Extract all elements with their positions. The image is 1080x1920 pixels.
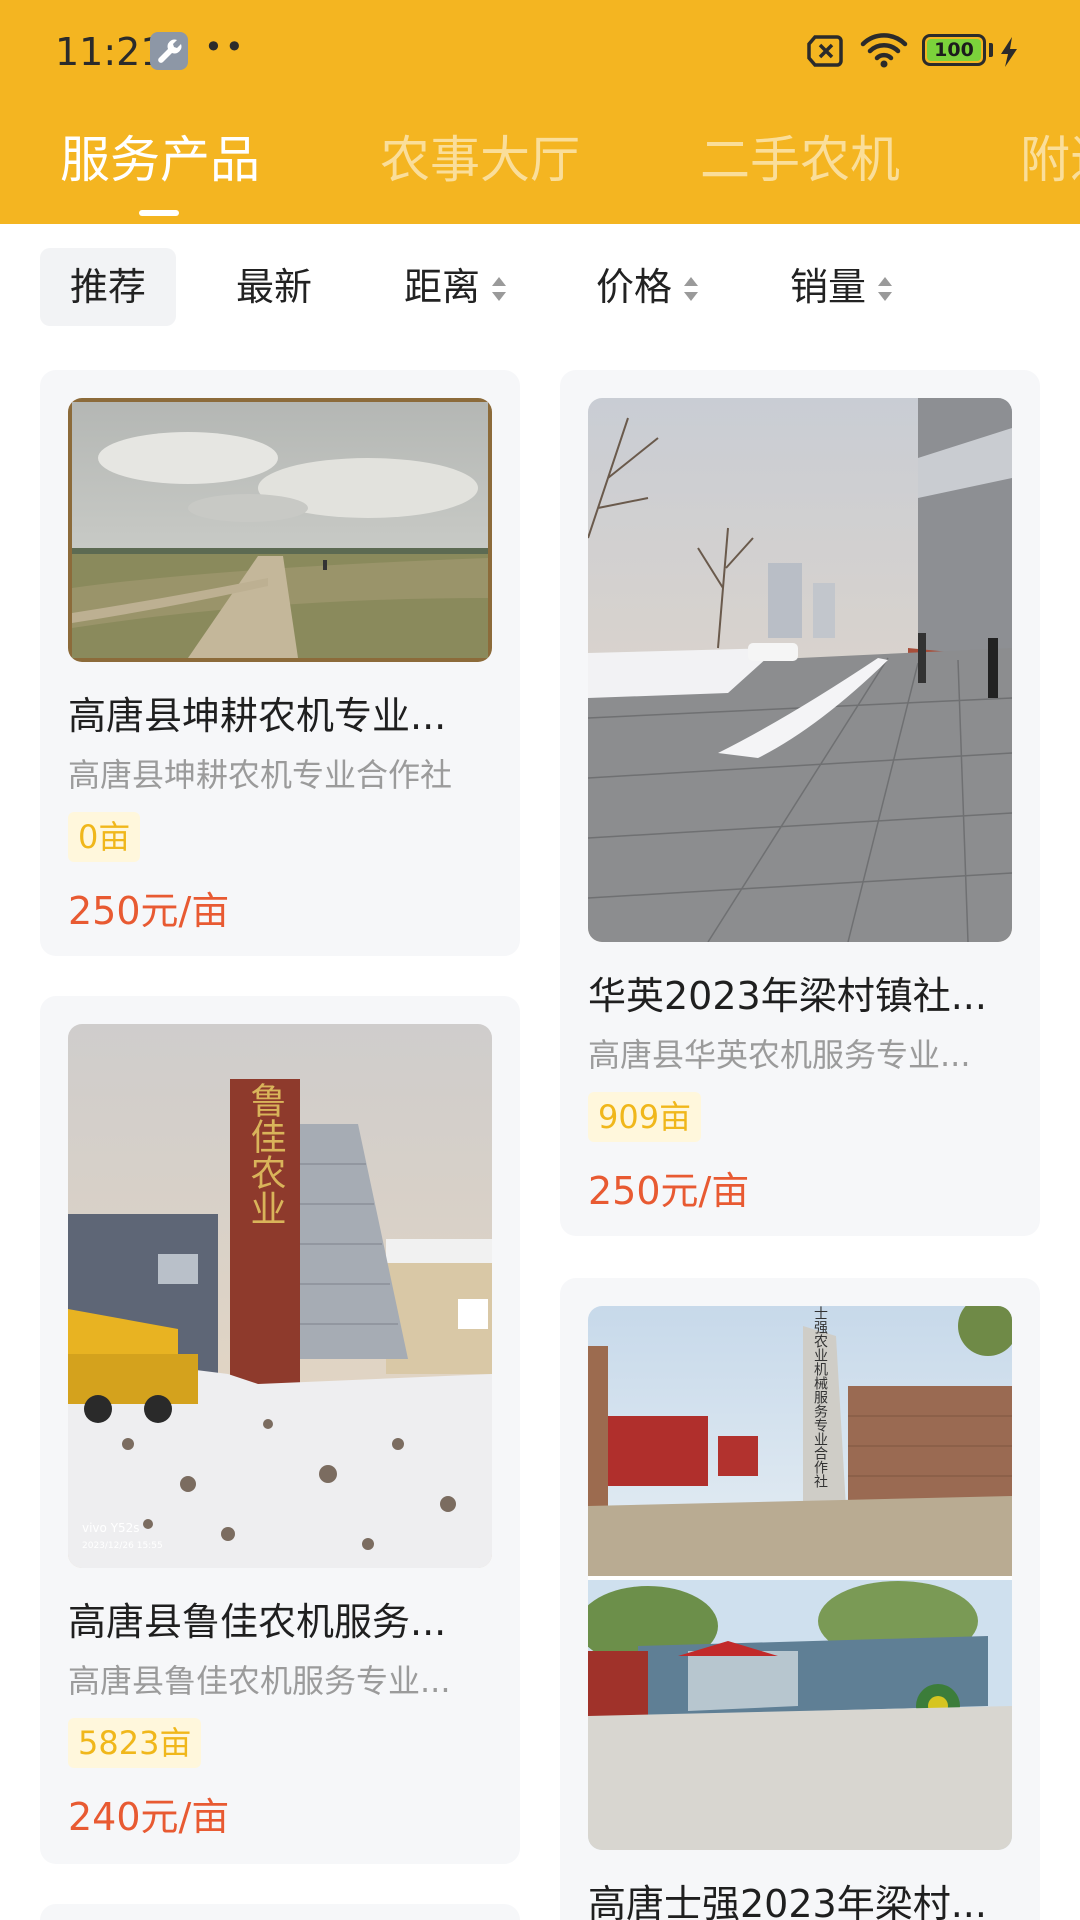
wrench-icon bbox=[150, 32, 188, 70]
tab-service-products[interactable]: 服务产品 bbox=[60, 120, 260, 192]
sort-arrows-icon bbox=[876, 275, 894, 305]
camera-watermark: vivo Y52s bbox=[82, 1521, 140, 1535]
product-title: 高唐县鲁佳农机服务... bbox=[68, 1600, 447, 1644]
area-badge: 5823亩 bbox=[68, 1718, 202, 1768]
product-provider: 高唐县坤耕农机专业合作社 bbox=[68, 756, 453, 794]
wifi-icon bbox=[860, 30, 908, 72]
filter-sales[interactable]: 销量 bbox=[790, 248, 894, 326]
more-dots-icon: •• bbox=[204, 28, 246, 66]
top-tabs: 服务产品 农事大厅 二手农机 附近 bbox=[0, 112, 1080, 224]
product-card[interactable]: 鲁佳农业 vivo Y52s 2023/12/26 15:55 高唐县鲁佳农机服… bbox=[40, 996, 520, 1864]
active-tab-indicator bbox=[139, 210, 179, 216]
filter-price[interactable]: 价格 bbox=[596, 248, 700, 326]
sim-off-icon bbox=[806, 34, 846, 72]
product-image: 鲁佳农业 vivo Y52s 2023/12/26 15:55 bbox=[68, 1024, 492, 1568]
sign-text: 鲁佳农业 bbox=[245, 1082, 286, 1226]
filter-newest[interactable]: 最新 bbox=[236, 248, 312, 326]
product-image: 高唐县士强农业机械服务专业合作社 bbox=[588, 1306, 1012, 1850]
sort-arrows-icon bbox=[682, 275, 700, 305]
area-badge: 909亩 bbox=[588, 1092, 702, 1142]
product-price: 240元/亩 bbox=[68, 1795, 230, 1839]
filter-label: 距离 bbox=[404, 265, 481, 309]
filter-bar: 推荐 最新 距离 价格 销量 bbox=[0, 224, 1080, 344]
product-card[interactable]: 高唐县坤耕农机专业... 高唐县坤耕农机专业合作社 0亩 250元/亩 bbox=[40, 370, 520, 956]
area-badge: 0亩 bbox=[68, 812, 141, 862]
battery-cap bbox=[989, 43, 993, 57]
status-time: 11:21 bbox=[55, 30, 165, 74]
tab-used-machinery[interactable]: 二手农机 bbox=[700, 120, 900, 192]
charging-bolt-icon bbox=[998, 36, 1020, 72]
filter-label: 销量 bbox=[790, 265, 867, 309]
product-card[interactable]: 华英2023年梁村镇社... 高唐县华英农机服务专业... 909亩 250元/… bbox=[560, 370, 1040, 1236]
filter-label: 价格 bbox=[596, 265, 673, 309]
sign-text: 高唐县士强农业机械服务专业合作社 bbox=[812, 1306, 828, 1488]
product-provider: 高唐县华英农机服务专业... bbox=[588, 1036, 971, 1074]
product-title: 高唐县坤耕农机专业... bbox=[68, 694, 447, 738]
product-title: 华英2023年梁村镇社... bbox=[588, 974, 987, 1018]
product-image bbox=[588, 398, 1012, 942]
product-card[interactable] bbox=[40, 1904, 520, 1920]
filter-distance[interactable]: 距离 bbox=[404, 248, 508, 326]
filter-recommended[interactable]: 推荐 bbox=[40, 248, 177, 326]
product-price: 250元/亩 bbox=[68, 889, 230, 933]
app-header: 11:21 •• 100 服务产品 农事大厅 二手农机 附近 bbox=[0, 0, 1080, 224]
tab-nearby[interactable]: 附近 bbox=[1020, 120, 1080, 192]
product-card[interactable]: 高唐县士强农业机械服务专业合作社 高唐士强2023年梁村... bbox=[560, 1278, 1040, 1920]
sort-arrows-icon bbox=[490, 275, 508, 305]
filter-label: 推荐 bbox=[70, 265, 147, 309]
product-provider: 高唐县鲁佳农机服务专业... bbox=[68, 1662, 451, 1700]
battery-level: 100 bbox=[927, 39, 981, 61]
tab-farm-hall[interactable]: 农事大厅 bbox=[380, 120, 580, 192]
camera-watermark-date: 2023/12/26 15:55 bbox=[82, 1541, 163, 1551]
product-title: 高唐士强2023年梁村... bbox=[588, 1882, 987, 1920]
filter-label: 最新 bbox=[236, 265, 313, 309]
battery-icon: 100 bbox=[922, 34, 986, 66]
status-bar: 11:21 •• 100 bbox=[0, 0, 1080, 104]
product-price: 250元/亩 bbox=[588, 1169, 750, 1213]
product-image bbox=[68, 398, 492, 662]
